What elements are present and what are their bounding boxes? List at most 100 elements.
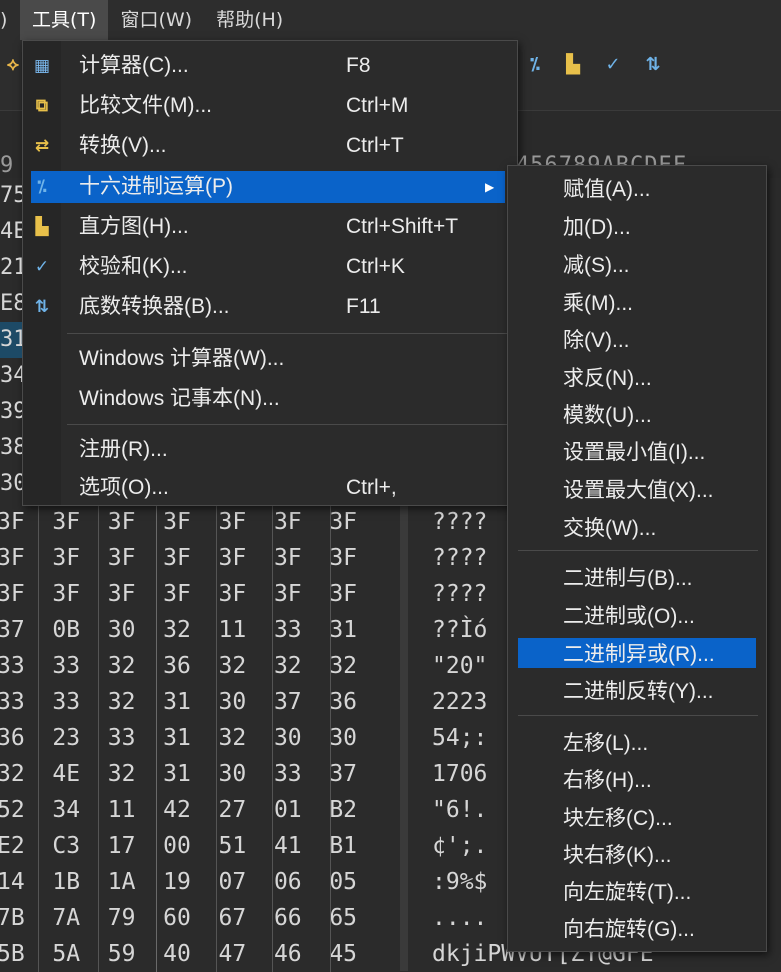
hex-bytes[interactable]: 32 4E 32 31 30 33 37 [0, 756, 357, 792]
hex-op-item[interactable]: 二进制反转(Y)... [508, 673, 766, 710]
hex-bytes[interactable]: 7B 7A 79 60 67 66 65 [0, 900, 357, 936]
hex-op-label: 除(V)... [563, 329, 630, 352]
byte-separator [38, 792, 39, 828]
hex-bytes[interactable]: 33 33 32 31 30 37 36 [0, 684, 357, 720]
byte-separator [38, 756, 39, 792]
hex-op-item[interactable]: 向左旋转(T)... [508, 874, 766, 911]
byte-separator [272, 504, 273, 540]
menu-edit-fragment[interactable]: ) [0, 0, 20, 40]
hex-op-label: 向左旋转(T)... [563, 881, 692, 904]
byte-separator [98, 756, 99, 792]
byte-separator [38, 864, 39, 900]
byte-separator [156, 648, 157, 684]
hex-op-item[interactable]: 模数(U)... [508, 397, 766, 434]
tools-menu-item-o[interactable]: 选项(O)... Ctrl+, [23, 468, 517, 508]
hex-op-item[interactable]: 块左移(C)... [508, 800, 766, 837]
tools-menu-item-p[interactable]: ⁒ 十六进制运算(P) ▶ [23, 167, 517, 207]
byte-separator [38, 828, 39, 864]
hex-operations-submenu: 赋值(A)... 加(D)... 减(S)... 乘(M)... 除(V)... 求反(N… [507, 165, 767, 952]
tools-menu-item-c[interactable]: ▦ 计算器(C)... F8 [23, 46, 517, 86]
hex-op-item[interactable]: 设置最小值(I)... [508, 434, 766, 471]
menu-separator [67, 333, 507, 334]
tools-menu-item-windowsn[interactable]: Windows 记事本(N)... [23, 379, 517, 419]
hex-bytes[interactable]: E2 C3 17 00 51 41 B1 [0, 828, 357, 864]
hex-op-item[interactable]: 二进制或(O)... [508, 598, 766, 635]
hex-op-item[interactable]: 右移(H)... [508, 762, 766, 799]
menu-separator [67, 424, 507, 425]
hex-op-item[interactable]: 交换(W)... [508, 510, 766, 547]
menu-tools[interactable]: 工具(T) [20, 0, 109, 40]
hex-bytes[interactable]: 3F 3F 3F 3F 3F 3F 3F [0, 576, 357, 612]
hex-offset-stub: 75 [0, 183, 22, 208]
ascii-text[interactable]: 1706 [432, 756, 487, 792]
hex-op-item[interactable]: 二进制与(B)... [508, 560, 766, 597]
hex-bytes[interactable]: 3F 3F 3F 3F 3F 3F 3F [0, 504, 357, 540]
histogram-icon[interactable]: ▙ [560, 52, 586, 78]
byte-separator [156, 864, 157, 900]
tools-menu-item-v[interactable]: ⇄ 转换(V)... Ctrl+T [23, 126, 517, 166]
hex-ops-icon[interactable]: ⁒ [522, 52, 548, 78]
tools-menu-item-windowsw[interactable]: Windows 计算器(W)... [23, 339, 517, 379]
tools-menu-item-h[interactable]: ▙ 直方图(H)... Ctrl+Shift+T [23, 207, 517, 247]
ascii-text[interactable]: 2223 [432, 684, 487, 720]
tools-menu-item-b[interactable]: ⇅ 底数转换器(B)... F11 [23, 287, 517, 327]
hex-bytes[interactable]: 33 33 32 36 32 32 32 [0, 648, 357, 684]
ascii-text[interactable]: .... [432, 900, 487, 936]
byte-separator [272, 936, 273, 972]
menu-item-label: 校验和(K)... [79, 255, 188, 278]
hex-op-item[interactable]: 除(V)... [508, 322, 766, 359]
ascii-text[interactable]: ¢';. [432, 828, 487, 864]
tools-menu-item-m[interactable]: ⧉ 比较文件(M)... Ctrl+M [23, 86, 517, 126]
hex-bytes[interactable]: 3F 3F 3F 3F 3F 3F 3F [0, 540, 357, 576]
hex-op-item[interactable]: 减(S)... [508, 247, 766, 284]
tools-menu-item-r[interactable]: 注册(R)... [23, 430, 517, 470]
menu-item-label: 注册(R)... [79, 438, 168, 461]
byte-separator [330, 648, 331, 684]
hex-op-label: 右移(H)... [563, 769, 652, 792]
byte-separator [156, 828, 157, 864]
ascii-text[interactable]: "6!. [432, 792, 487, 828]
hex-op-item[interactable]: 左移(L)... [508, 725, 766, 762]
hex-op-item[interactable]: 设置最大值(X)... [508, 472, 766, 509]
byte-separator [216, 936, 217, 972]
byte-separator [216, 684, 217, 720]
menu-item-shortcut: Ctrl+T [346, 134, 404, 157]
hex-op-label: 二进制反转(Y)... [563, 680, 714, 703]
menu-window[interactable]: 窗口(W) [108, 0, 204, 40]
hex-bytes[interactable]: 14 1B 1A 19 07 06 05 [0, 864, 357, 900]
ascii-text[interactable]: "20" [432, 648, 487, 684]
byte-separator [156, 612, 157, 648]
hex-bytes[interactable]: 37 0B 30 32 11 33 31 [0, 612, 357, 648]
ascii-text[interactable]: 54;: [432, 720, 487, 756]
ascii-text[interactable]: :9%$ [432, 864, 487, 900]
byte-separator [272, 684, 273, 720]
hex-op-item[interactable]: 向右旋转(G)... [508, 911, 766, 948]
hex-op-item[interactable]: 块右移(K)... [508, 837, 766, 874]
tools-menu-item-k[interactable]: ✓ 校验和(K)... Ctrl+K [23, 247, 517, 287]
hex-bytes[interactable]: 5B 5A 59 40 47 46 45 [0, 936, 357, 972]
byte-separator [216, 648, 217, 684]
ascii-text[interactable]: ???? [432, 540, 487, 576]
hex-op-item[interactable]: 二进制异或(R)... [508, 636, 766, 673]
histogram-icon: ▙ [35, 217, 49, 236]
checksum-icon[interactable]: ✓ [600, 52, 626, 78]
hex-bytes[interactable]: 52 34 11 42 27 01 B2 [0, 792, 357, 828]
hex-offset-stub: 39 [0, 399, 22, 424]
hex-bytes[interactable]: 36 23 33 31 32 30 30 [0, 720, 357, 756]
hex-op-item[interactable]: 加(D)... [508, 209, 766, 246]
hex-op-item[interactable]: 求反(N)... [508, 360, 766, 397]
base-converter-icon[interactable]: ⇅ [640, 52, 666, 78]
ascii-text[interactable]: ??Ìó [432, 612, 487, 648]
ascii-text[interactable]: ???? [432, 504, 487, 540]
convert-icon: ⇄ [34, 136, 50, 155]
hex-offset-stub: 4E [0, 219, 22, 244]
menu-help[interactable]: 帮助(H) [204, 0, 295, 40]
byte-separator [98, 936, 99, 972]
byte-separator [216, 864, 217, 900]
byte-separator [216, 504, 217, 540]
hex-ops-icon: ⁒ [37, 177, 47, 196]
byte-separator [156, 792, 157, 828]
hex-op-item[interactable]: 赋值(A)... [508, 171, 766, 208]
hex-op-item[interactable]: 乘(M)... [508, 285, 766, 322]
ascii-text[interactable]: ???? [432, 576, 487, 612]
